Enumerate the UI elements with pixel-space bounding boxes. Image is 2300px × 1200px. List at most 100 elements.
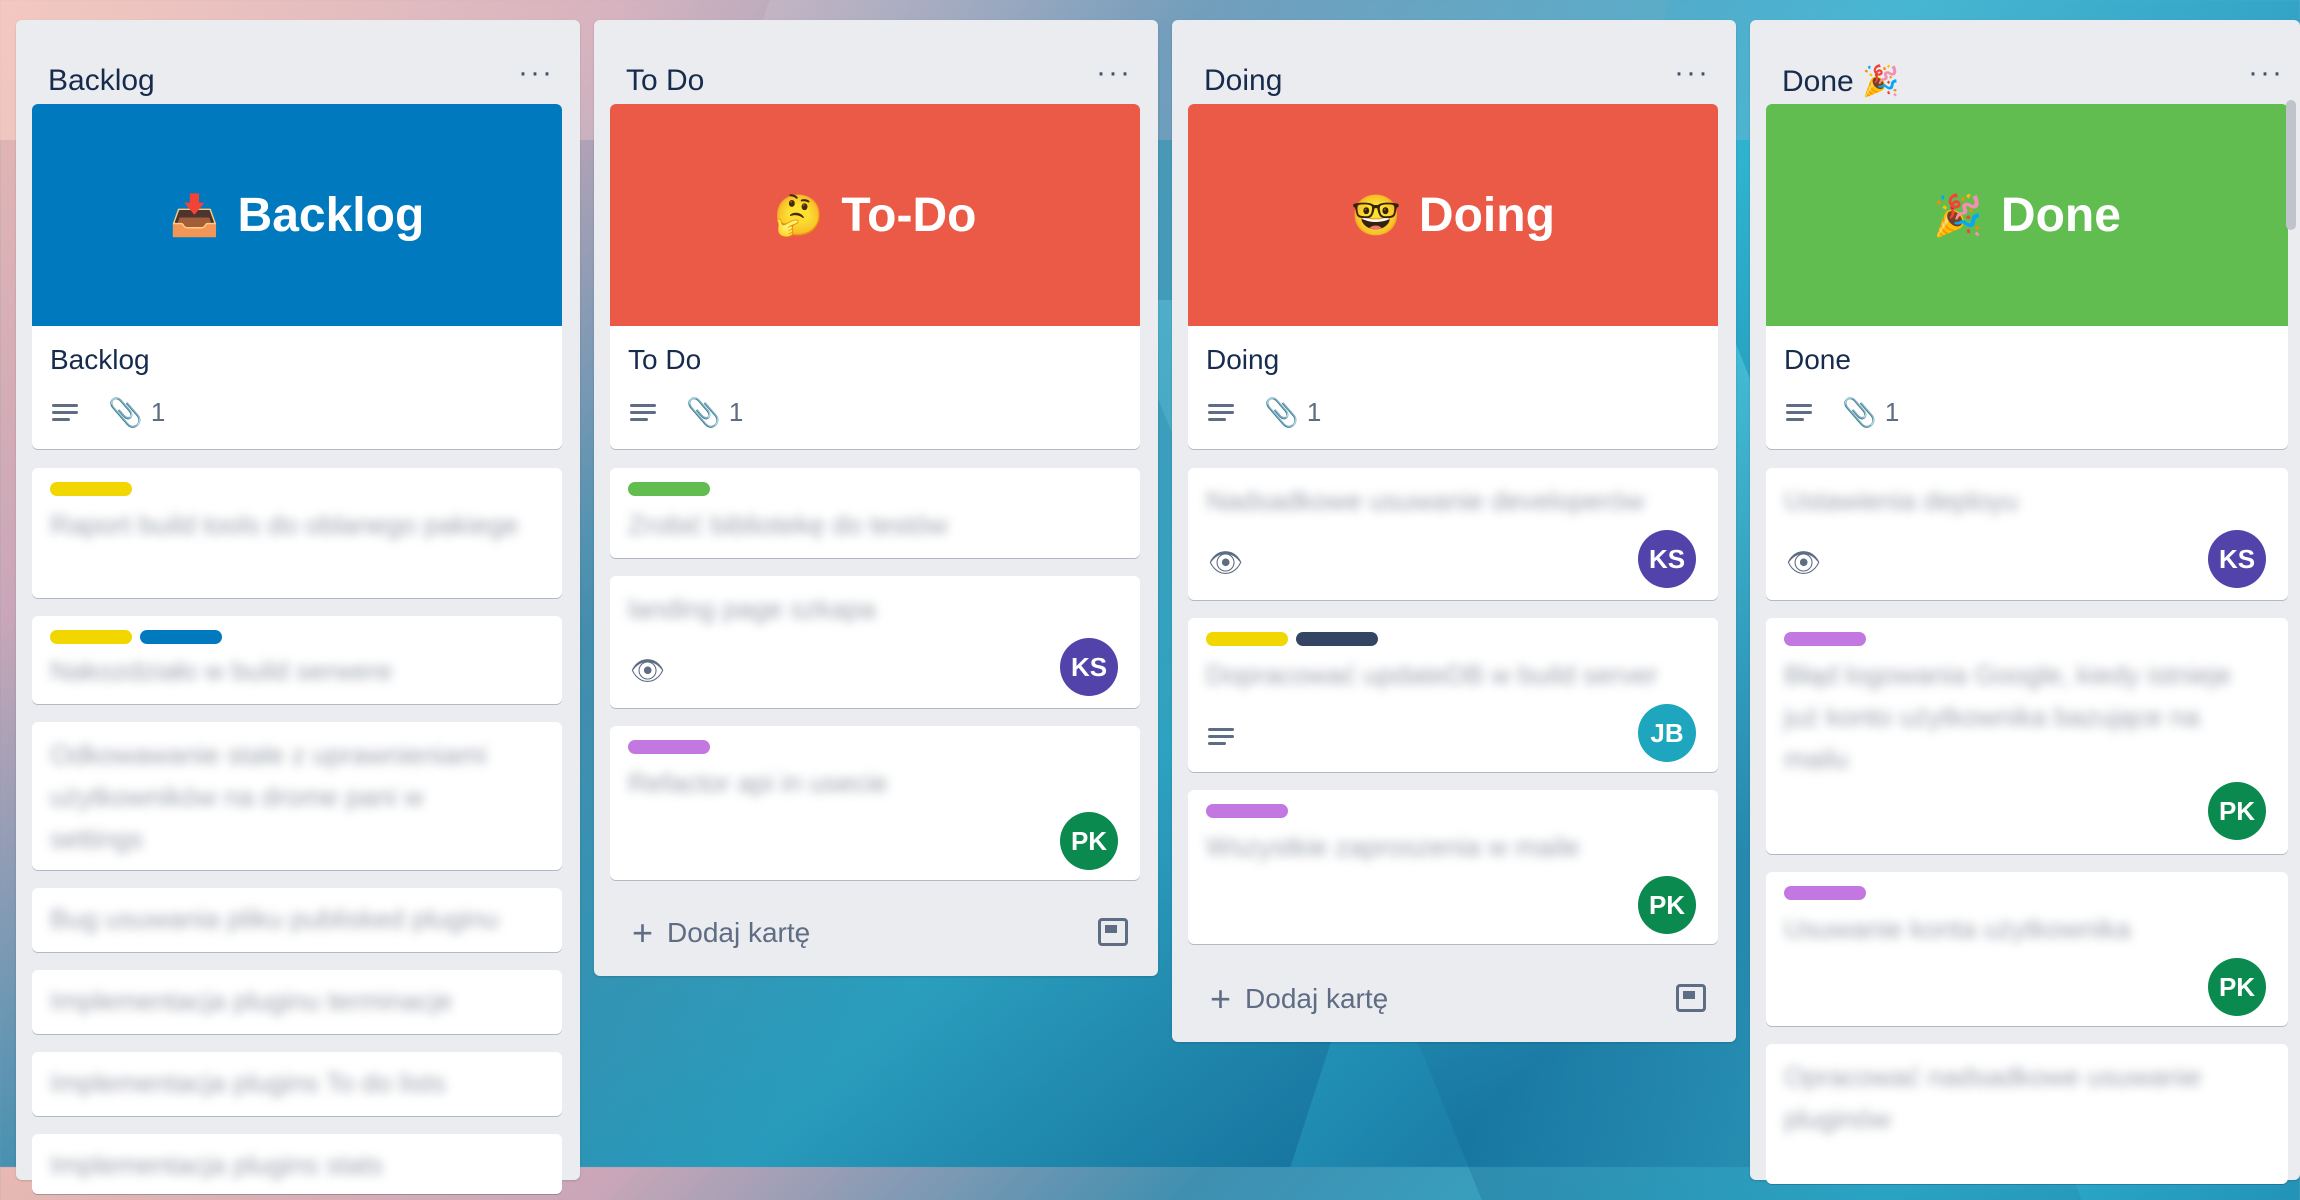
list-item[interactable]: Implementacja plugins stats [32,1134,562,1194]
thinking-emoji-icon: 🤔 [773,193,824,238]
card-title: Zrobić bibliotekę do testów [628,510,948,540]
card-title: Implementacja plugins stats [50,1150,384,1180]
list-item[interactable]: Bug usuwania pliku publisked pluginu [32,888,562,952]
card-title: Nadsadkowe usuwanie developerów [1206,486,1645,516]
list-item[interactable]: Nakozdziało w build serwere [32,616,562,704]
cover-card[interactable]: 🤓 Doing Doing 📎 1 [1188,104,1718,449]
list-item[interactable]: Refactor api in usecie PK [610,726,1140,880]
description-icon [630,403,656,422]
list-title[interactable]: To Do [626,64,704,98]
card-badges: 📎 1 [1786,396,1899,429]
nerd-emoji-icon: 🤓 [1351,193,1401,238]
label-purple [628,740,710,754]
card-title: Refactor api in usecie [628,768,888,798]
label-purple [1206,804,1288,818]
avatar[interactable]: KS [1060,638,1118,696]
list-item[interactable]: Ustawienia deployu 👁 KS [1766,468,2288,600]
card-title: Wszystkie zaproszenia w maile [1206,832,1580,862]
attachment-count: 1 [1306,397,1322,427]
attachment-count: 1 [1884,397,1900,427]
card-cover: 🎉 Done [1766,104,2288,326]
add-card-button[interactable]: + Dodaj kartę [632,912,810,954]
list-title[interactable]: Done 🎉 [1782,64,1899,99]
card-title: Ustawienia deployu [1784,486,2019,516]
avatar[interactable]: PK [1060,812,1118,870]
card-title: Nakozdziało w build serwere [50,656,393,686]
list-item[interactable]: Nadsadkowe usuwanie developerów 👁 KS [1188,468,1718,600]
list-item[interactable]: Wszystkie zaproszenia w maile PK [1188,790,1718,944]
avatar[interactable]: JB [1638,704,1696,762]
list-item[interactable]: Odkowawanie stale z uprawnieniami użytko… [32,722,562,870]
card-template-icon[interactable] [1676,984,1706,1012]
avatar[interactable]: PK [1638,876,1696,934]
list-title[interactable]: Backlog [48,64,155,98]
card-title: Implementacja pluginu terminacje [50,986,453,1016]
avatar[interactable]: PK [2208,782,2266,840]
add-card-button[interactable]: + Dodaj kartę [1210,978,1388,1020]
list-item[interactable]: Zrobić bibliotekę do testów [610,468,1140,558]
list-item[interactable]: Implementacja pluginu terminacje [32,970,562,1034]
card-badges: 📎 1 [1208,396,1321,429]
list-header[interactable]: To Do ··· [594,20,1158,104]
list-doing[interactable]: Doing ··· 🤓 Doing Doing 📎 1 Nadsadkowe u… [1172,20,1736,1042]
description-icon [1208,728,1234,746]
attachment-icon: 📎 [1264,397,1299,428]
avatar[interactable]: PK [2208,958,2266,1016]
list-menu-button[interactable]: ··· [1096,56,1132,90]
list-todo[interactable]: To Do ··· 🤔 To-Do To Do 📎 1 Zrobić bibli… [594,20,1158,976]
cover-card[interactable]: 🎉 Done Done 📎 1 [1766,104,2288,449]
list-header[interactable]: Backlog ··· [16,20,580,104]
list-menu-button[interactable]: ··· [1674,56,1710,90]
list-item[interactable]: landing page szkapa 👁 KS [610,576,1140,708]
description-icon [1786,403,1812,422]
list-item[interactable]: Opracować nadsadkowe usuwanie pluginów [1766,1044,2288,1184]
cover-card[interactable]: 🤔 To-Do To Do 📎 1 [610,104,1140,449]
cover-text: To-Do [841,188,977,242]
description-icon [1208,403,1234,422]
label-purple [1784,886,1866,900]
attachment-count: 1 [728,397,744,427]
card-title: Usuwanie konta użytkownika [1784,914,2131,944]
list-done[interactable]: Done 🎉 ··· 🎉 Done Done 📎 1 Ustawienia de… [1750,20,2300,1184]
list-backlog[interactable]: Backlog ··· 📥 Backlog Backlog 📎 1 Raport… [16,20,580,1194]
attachment-icon: 📎 [686,397,721,428]
label-green [628,482,710,496]
list-item[interactable]: Dopracować updateDB w build server JB [1188,618,1718,772]
cover-text: Backlog [237,188,425,242]
list-item[interactable]: Raport build tools do oblanego pakiege [32,468,562,598]
inbox-emoji-icon: 📥 [169,193,220,238]
list-header[interactable]: Doing ··· [1172,20,1736,104]
card-cover: 🤓 Doing [1188,104,1718,326]
list-menu-button[interactable]: ··· [518,56,554,90]
cover-card[interactable]: 📥 Backlog Backlog 📎 1 [32,104,562,449]
card-badges: 📎 1 [52,396,165,429]
avatar[interactable]: KS [2208,530,2266,588]
list-title-text: Done [1782,65,1854,98]
list-title[interactable]: Doing [1204,64,1282,98]
add-card-label: Dodaj kartę [1245,983,1389,1014]
card-title: Implementacja plugins To do lists [50,1068,446,1098]
card-title: landing page szkapa [628,594,876,624]
card-title: Dopracować updateDB w build server [1206,660,1658,690]
card-template-icon[interactable] [1098,918,1128,946]
label-yellow [50,630,132,644]
card-badges: 📎 1 [630,396,743,429]
watch-eye-icon: 👁 [630,655,666,686]
attachment-count: 1 [150,397,166,427]
attachment-icon: 📎 [108,397,143,428]
list-item[interactable]: Usuwanie konta użytkownika PK [1766,872,2288,1026]
list-menu-button[interactable]: ··· [2248,56,2284,90]
cover-text: Doing [1418,188,1555,242]
watch-eye-icon: 👁 [1208,547,1244,578]
list-header[interactable]: Done 🎉 ··· [1750,20,2300,104]
list-item[interactable]: Błąd logowania Google, kiedy istnieje ju… [1766,618,2288,854]
party-emoji-icon: 🎉 [1933,193,1983,238]
avatar[interactable]: KS [1638,530,1696,588]
label-navy [1296,632,1378,646]
attachment-icon: 📎 [1842,397,1877,428]
list-scrollbar[interactable] [2286,100,2296,230]
card-title: Odkowawanie stale z uprawnieniami użytko… [50,740,487,854]
card-title: Doing [1206,344,1280,375]
list-item[interactable]: Implementacja plugins To do lists [32,1052,562,1116]
label-yellow [1206,632,1288,646]
